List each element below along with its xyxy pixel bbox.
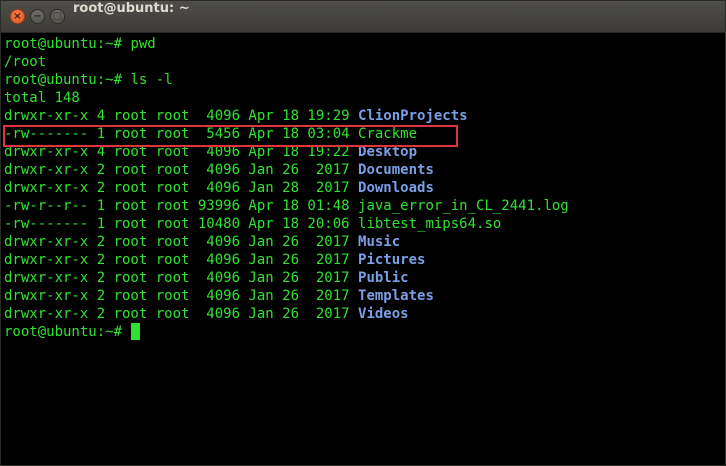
output-line: total 148 xyxy=(4,90,80,106)
maximize-button[interactable]: □ xyxy=(50,9,65,24)
command-text: ls -l xyxy=(130,72,173,88)
ls-entry: drwxr-xr-x 2 root root 4096 Jan 26 2017 … xyxy=(4,161,725,179)
entry-meta: drwxr-xr-x 2 root root 4096 Jan 26 2017 xyxy=(4,270,350,286)
window-title: root@ubuntu: ~ xyxy=(73,1,190,16)
ls-entry: -rw------- 1 root root 10480 Apr 18 20:0… xyxy=(4,215,725,233)
entry-meta: drwxr-xr-x 2 root root 4096 Jan 26 2017 xyxy=(4,162,350,178)
output-line: /root xyxy=(4,54,47,70)
prompt: root@ubuntu:~# xyxy=(4,324,123,340)
command-text: pwd xyxy=(130,36,156,52)
entry-name: Music xyxy=(358,234,401,250)
ls-entry: drwxr-xr-x 2 root root 4096 Jan 26 2017 … xyxy=(4,233,725,251)
terminal-output[interactable]: root@ubuntu:~# pwd /root root@ubuntu:~# … xyxy=(4,35,725,465)
entry-name: Documents xyxy=(358,162,434,178)
entry-name: Templates xyxy=(358,288,434,304)
entry-meta: -rw------- 1 root root 10480 Apr 18 20:0… xyxy=(4,216,350,232)
command-line: root@ubuntu:~# pwd xyxy=(4,35,725,53)
entry-meta: drwxr-xr-x 2 root root 4096 Jan 26 2017 xyxy=(4,252,350,268)
entry-name: java_error_in_CL_2441.log xyxy=(358,198,569,214)
ls-entry: drwxr-xr-x 2 root root 4096 Jan 26 2017 … xyxy=(4,287,725,305)
entry-meta: drwxr-xr-x 2 root root 4096 Jan 28 2017 xyxy=(4,180,350,196)
ls-entry: drwxr-xr-x 2 root root 4096 Jan 26 2017 … xyxy=(4,269,725,287)
entry-meta: drwxr-xr-x 2 root root 4096 Jan 26 2017 xyxy=(4,234,350,250)
entry-meta: drwxr-xr-x 2 root root 4096 Jan 26 2017 xyxy=(4,288,350,304)
entry-name: libtest_mips64.so xyxy=(358,216,502,232)
text-cursor xyxy=(131,323,141,340)
command-line: root@ubuntu:~# ls -l xyxy=(4,71,725,89)
ls-entry: drwxr-xr-x 4 root root 4096 Apr 18 19:29… xyxy=(4,107,725,125)
title-bar[interactable]: × − □ root@ubuntu: ~ xyxy=(1,1,725,33)
entry-name: Pictures xyxy=(358,252,426,268)
highlight-box xyxy=(3,125,458,147)
entry-name: Public xyxy=(358,270,409,286)
ls-entry: drwxr-xr-x 2 root root 4096 Jan 26 2017 … xyxy=(4,305,725,323)
ls-entry: -rw-r--r-- 1 root root 93996 Apr 18 01:4… xyxy=(4,197,725,215)
entry-meta: drwxr-xr-x 4 root root 4096 Apr 18 19:29 xyxy=(4,108,350,124)
command-line: root@ubuntu:~# xyxy=(4,323,725,341)
ls-entry: drwxr-xr-x 2 root root 4096 Jan 26 2017 … xyxy=(4,251,725,269)
terminal-window: × − □ root@ubuntu: ~ root@ubuntu:~# pwd … xyxy=(0,0,726,466)
close-button[interactable]: × xyxy=(10,9,25,24)
entry-name: Downloads xyxy=(358,180,434,196)
minimize-button[interactable]: − xyxy=(30,9,45,24)
prompt: root@ubuntu:~# xyxy=(4,36,123,52)
entry-name: ClionProjects xyxy=(358,108,468,124)
entry-meta: drwxr-xr-x 2 root root 4096 Jan 26 2017 xyxy=(4,306,350,322)
entry-meta: -rw-r--r-- 1 root root 93996 Apr 18 01:4… xyxy=(4,198,350,214)
entry-name: Videos xyxy=(358,306,409,322)
prompt: root@ubuntu:~# xyxy=(4,72,123,88)
ls-entry: drwxr-xr-x 2 root root 4096 Jan 28 2017 … xyxy=(4,179,725,197)
